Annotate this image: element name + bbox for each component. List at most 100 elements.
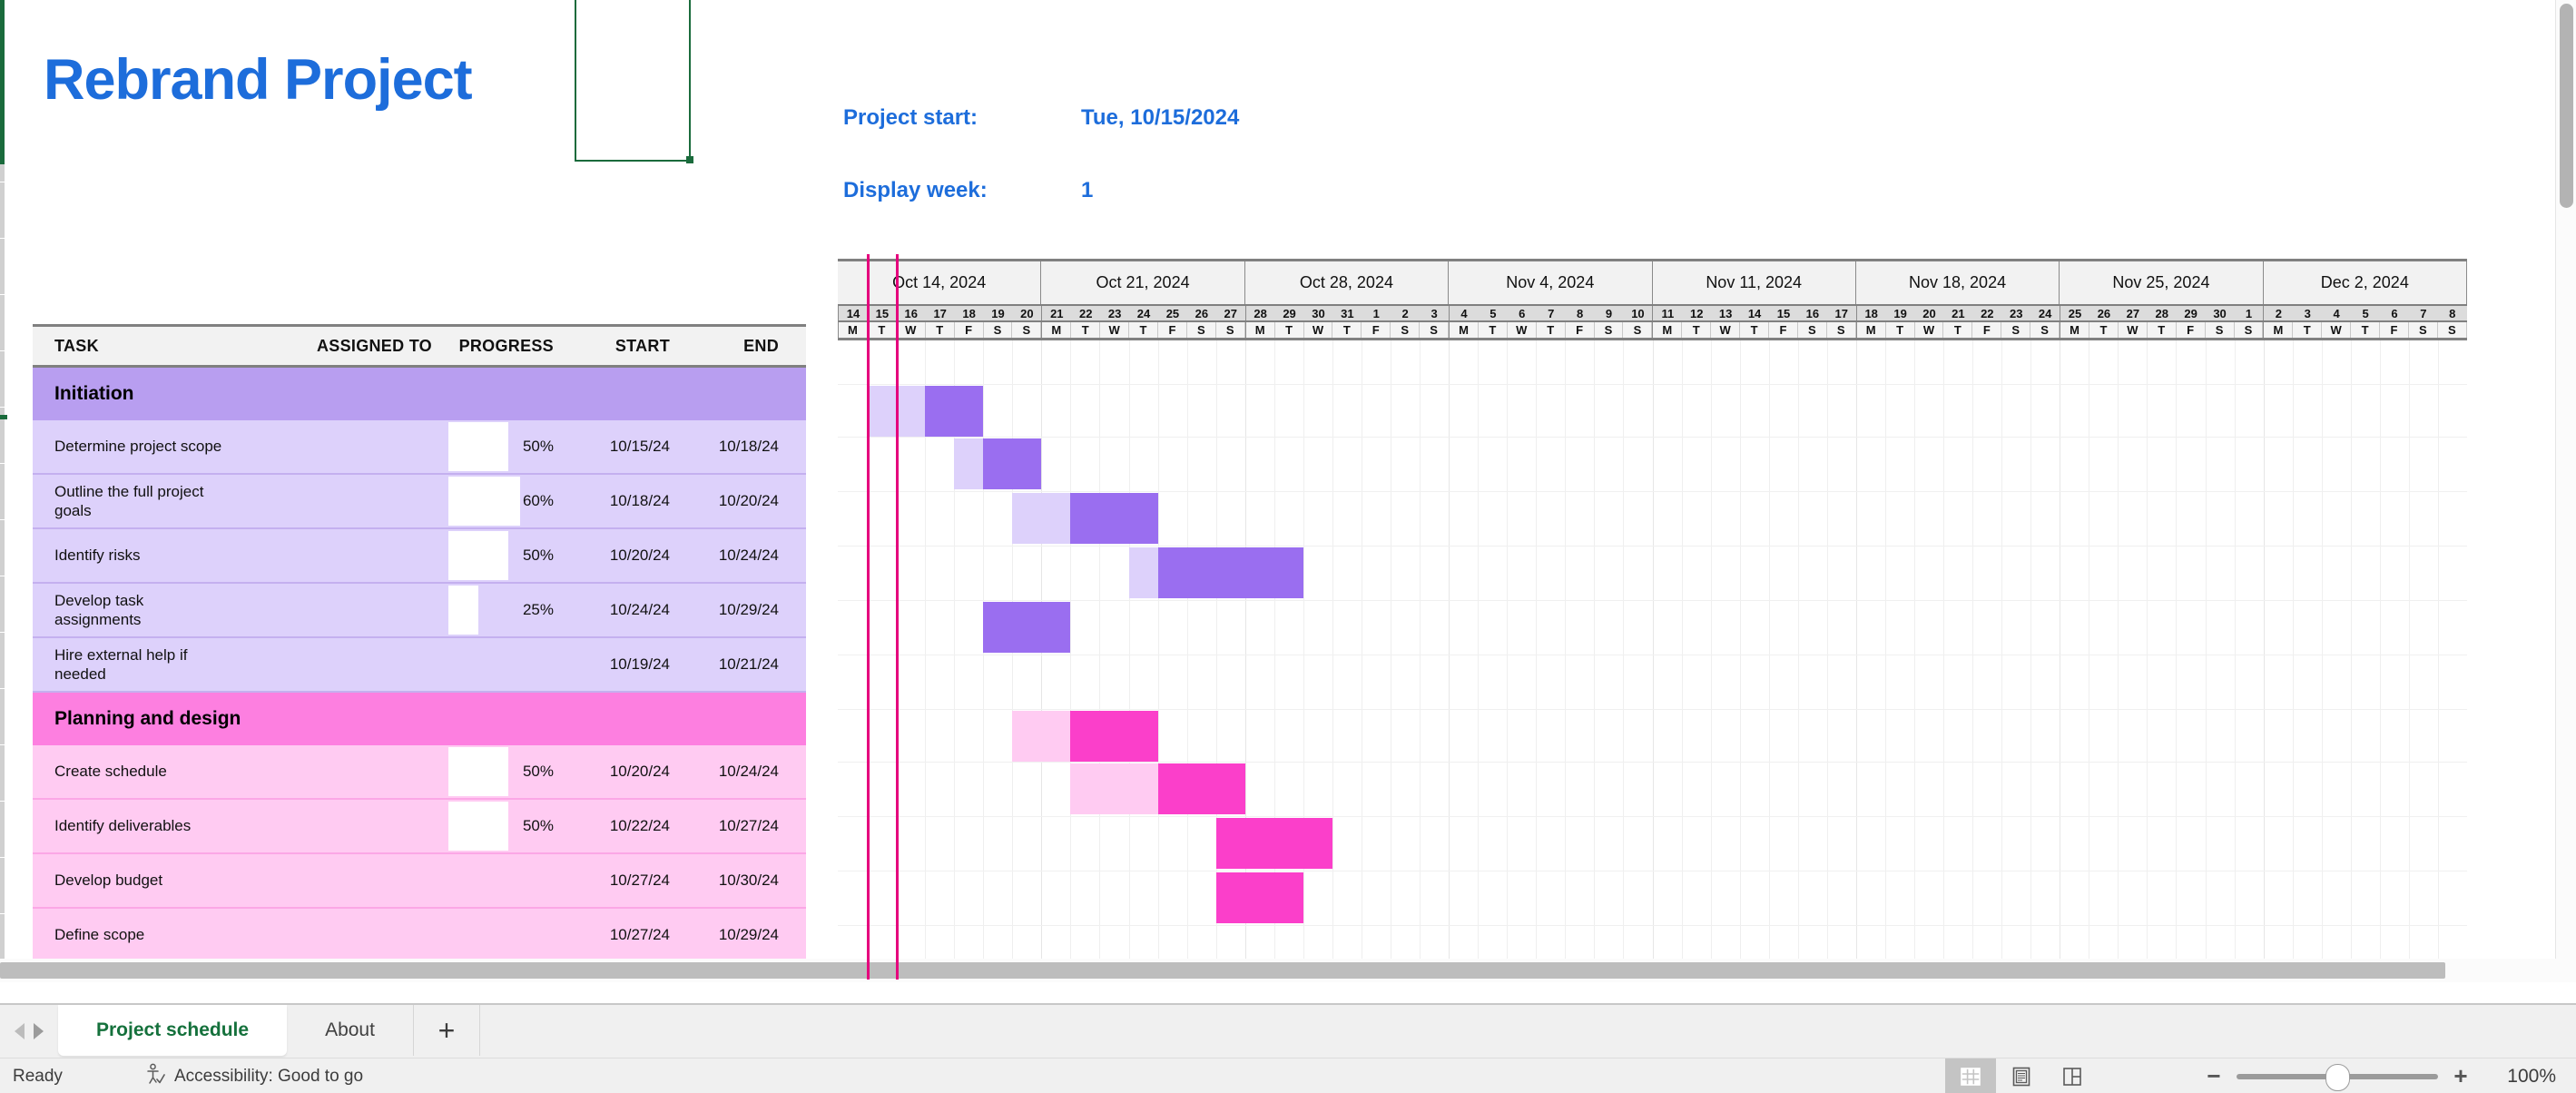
gantt-week-label: Nov 4, 2024: [1449, 261, 1653, 304]
table-row[interactable]: Create schedule 50% 10/20/24 10/24/24: [33, 745, 806, 800]
sheet-tab-project-schedule[interactable]: Project schedule: [58, 1005, 288, 1056]
gantt-day-number-header: 14 15 16 17 18 19 20 21 22 23 24 25 26 27 28 29 30 31 1 2 3 4…: [838, 304, 2467, 322]
page-break-preview-icon[interactable]: [2047, 1059, 2098, 1093]
gantt-day-number: 2: [2263, 306, 2294, 320]
vertical-scrollbar-thumb[interactable]: [2560, 4, 2573, 208]
gantt-day-number: 15: [1769, 306, 1798, 320]
accessibility-status[interactable]: Accessibility: Good to go: [145, 1063, 363, 1090]
sheet-nav-arrows[interactable]: [0, 1005, 58, 1058]
task-start-date: 10/19/24: [609, 655, 670, 673]
selection-fill-handle[interactable]: [686, 156, 693, 163]
gantt-day-of-week: F: [1972, 322, 2002, 338]
gantt-day-of-week: W: [1100, 322, 1130, 338]
vertical-scrollbar[interactable]: [2555, 0, 2576, 982]
gantt-row-separator: [838, 600, 2467, 601]
zoom-slider-thumb[interactable]: [2325, 1063, 2350, 1091]
gantt-day-of-week: F: [1362, 322, 1391, 338]
task-progress-cell: [432, 854, 563, 907]
zoom-in-button[interactable]: +: [2451, 1062, 2471, 1090]
row-header-tick: [0, 688, 5, 689]
table-row[interactable]: Develop task assignments 25% 10/24/24 10/29/…: [33, 584, 806, 638]
task-end-date: 10/18/24: [718, 438, 779, 455]
gantt-task-bar[interactable]: [954, 438, 1042, 489]
gantt-day-of-week: M: [2263, 322, 2294, 338]
gantt-day-of-week: W: [1915, 322, 1944, 338]
table-row[interactable]: Develop budget 10/27/24 10/30/24: [33, 854, 806, 909]
gantt-task-bar[interactable]: [1215, 818, 1332, 869]
zoom-slider[interactable]: [2237, 1063, 2438, 1091]
gantt-day-number: 7: [1536, 306, 1566, 320]
gantt-day-of-week: M: [1855, 322, 1886, 338]
task-start-date: 10/20/24: [609, 546, 670, 564]
gantt-task-bar[interactable]: [1012, 493, 1158, 544]
gantt-task-bar[interactable]: [1215, 872, 1303, 923]
horizontal-scrollbar-thumb[interactable]: [0, 962, 2445, 979]
task-progress-value: 50%: [522, 438, 554, 455]
progress-data-bar: [448, 477, 521, 526]
gantt-chart: Oct 14, 2024 Oct 21, 2024 Oct 28, 2024 Nov …: [838, 254, 2467, 982]
horizontal-scrollbar[interactable]: [0, 959, 2556, 982]
task-start-date: 10/27/24: [609, 871, 670, 889]
gantt-task-bar[interactable]: [867, 386, 984, 437]
gantt-day-of-week: T: [868, 322, 897, 338]
table-row[interactable]: Identify risks 50% 10/20/24 10/24/24: [33, 529, 806, 584]
task-name: Determine project scope: [54, 438, 222, 456]
table-row[interactable]: Hire external help if needed 10/19/24 10/21…: [33, 638, 806, 693]
gantt-task-bar[interactable]: [1012, 711, 1158, 762]
gantt-day-of-week: T: [2148, 322, 2177, 338]
task-name: Outline the full project goals: [54, 482, 204, 519]
gantt-week-label: Nov 11, 2024: [1652, 261, 1856, 304]
gantt-day-of-week-header: MTWTFSSMTWTFSSMTWTFSSMTWTFSSMTWTFSSMTWTF…: [838, 322, 2467, 340]
table-row[interactable]: Identify deliverables 50% 10/22/24 10/27/24: [33, 800, 806, 854]
project-start-row: Project start: Tue, 10/15/2024: [843, 105, 1239, 131]
gantt-day-number: 3: [2293, 306, 2323, 320]
gantt-day-of-week: S: [2409, 322, 2438, 338]
table-body: Initiation Determine project scope 50% 10/1…: [33, 368, 806, 963]
frozen-pane-edge-top: [0, 0, 5, 164]
gantt-day-number: 12: [1682, 306, 1712, 320]
task-table: TASK ASSIGNED TO PROGRESS START END Init…: [33, 324, 806, 963]
table-row[interactable]: Outline the full project goals 60% 10/18/24…: [33, 475, 806, 529]
gantt-day-number: 22: [1972, 306, 2002, 320]
sheet-tab-bar: Project schedule About +: [0, 1003, 2576, 1059]
zoom-out-button[interactable]: −: [2204, 1062, 2224, 1090]
zoom-percentage[interactable]: 100%: [2491, 1066, 2556, 1088]
next-sheet-icon[interactable]: [34, 1023, 44, 1039]
task-progress-cell: 25%: [432, 584, 563, 636]
project-start-value[interactable]: Tue, 10/15/2024: [1081, 105, 1239, 130]
task-progress-cell: 50%: [432, 800, 563, 852]
normal-view-icon[interactable]: [1945, 1059, 1996, 1093]
status-bar: Ready Accessibility: Good to go − + 100%: [0, 1058, 2576, 1093]
page-layout-view-icon[interactable]: [1996, 1059, 2047, 1093]
task-name: Develop task assignments: [54, 591, 144, 628]
worksheet-canvas[interactable]: Rebrand Project Project start: Tue, 10/15…: [0, 0, 2576, 982]
gantt-day-of-week: M: [838, 322, 868, 338]
view-mode-group: [1945, 1059, 2098, 1093]
gantt-day-number: 28: [1244, 306, 1275, 320]
table-row[interactable]: Determine project scope 50% 10/15/24 10/18/…: [33, 420, 806, 475]
gantt-day-of-week: S: [1012, 322, 1042, 338]
gantt-task-bar[interactable]: [1128, 547, 1303, 598]
add-sheet-button[interactable]: +: [414, 1005, 480, 1056]
display-week-value[interactable]: 1: [1081, 178, 1093, 202]
column-header-assigned: ASSIGNED TO: [317, 336, 432, 355]
table-row[interactable]: Define scope 10/27/24 10/29/24: [33, 909, 806, 963]
gantt-task-bar[interactable]: [983, 602, 1071, 653]
gantt-day-of-week: S: [1827, 322, 1856, 338]
row-header-tick: [0, 463, 5, 464]
previous-sheet-icon[interactable]: [15, 1023, 25, 1039]
row-header-tick: [0, 744, 5, 745]
gantt-day-of-week: T: [1275, 322, 1304, 338]
selected-cell-outline[interactable]: [575, 0, 691, 162]
gantt-task-bar[interactable]: [1070, 763, 1245, 814]
gantt-day-of-week: S: [1420, 322, 1450, 338]
gantt-day-number: 2: [1391, 306, 1421, 320]
gantt-day-number: 21: [1943, 306, 1973, 320]
gantt-bar-remaining-segment: [983, 602, 1071, 653]
gantt-bar-area[interactable]: [838, 254, 2467, 980]
gantt-day-number: 1: [2234, 306, 2264, 320]
sheet-tab-about[interactable]: About: [287, 1005, 414, 1056]
gantt-day-number: 20: [1914, 306, 1944, 320]
gantt-day-of-week: T: [926, 322, 955, 338]
task-progress-cell: 60%: [432, 475, 563, 527]
